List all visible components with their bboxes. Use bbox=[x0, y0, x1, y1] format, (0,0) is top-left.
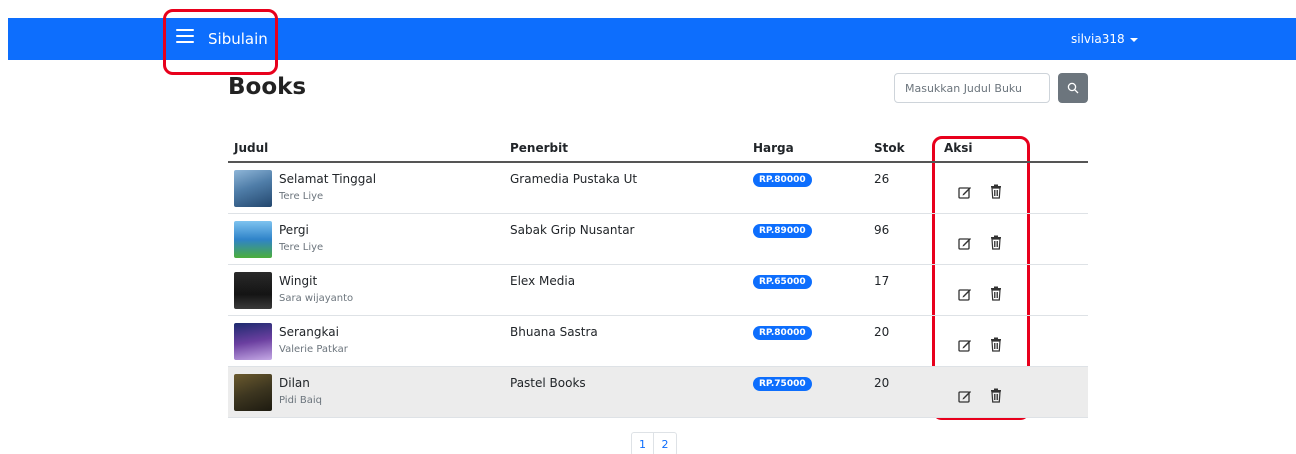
book-stock: 96 bbox=[874, 223, 890, 237]
book-stock: 20 bbox=[874, 376, 890, 390]
table-row: Serangkai Valerie Patkar Bhuana Sastra R… bbox=[228, 316, 1088, 367]
book-stock: 20 bbox=[874, 325, 890, 339]
book-publisher: Bhuana Sastra bbox=[510, 325, 598, 339]
hamburger-icon[interactable] bbox=[176, 29, 194, 45]
trash-icon[interactable] bbox=[990, 286, 1002, 301]
column-header-aksi: Aksi bbox=[944, 141, 973, 155]
price-badge: RP.80000 bbox=[753, 173, 812, 187]
book-cover-image bbox=[234, 374, 272, 411]
column-header-judul: Judul bbox=[234, 141, 269, 155]
column-header-penerbit: Penerbit bbox=[510, 141, 568, 155]
page-link-1[interactable]: 1 bbox=[632, 433, 654, 454]
book-author: Tere Liye bbox=[279, 242, 324, 253]
edit-icon[interactable] bbox=[958, 287, 972, 301]
book-author: Tere Liye bbox=[279, 191, 324, 202]
book-publisher: Sabak Grip Nusantar bbox=[510, 223, 635, 237]
price-badge: RP.75000 bbox=[753, 377, 812, 391]
trash-icon[interactable] bbox=[990, 184, 1002, 199]
edit-icon[interactable] bbox=[958, 389, 972, 403]
book-stock: 26 bbox=[874, 172, 890, 186]
table-row: Dilan Pidi Baiq Pastel Books RP.75000 20 bbox=[228, 367, 1088, 418]
book-title: Selamat Tinggal bbox=[279, 172, 377, 186]
table-row: Selamat Tinggal Tere Liye Gramedia Pusta… bbox=[228, 163, 1088, 214]
page-link-2[interactable]: 2 bbox=[654, 433, 676, 454]
price-badge: RP.89000 bbox=[753, 224, 812, 238]
book-publisher: Pastel Books bbox=[510, 376, 586, 390]
search-button[interactable] bbox=[1058, 73, 1088, 103]
book-stock: 17 bbox=[874, 274, 890, 288]
caret-down-icon bbox=[1129, 37, 1138, 42]
price-badge: RP.80000 bbox=[753, 326, 812, 340]
user-name: silvia318 bbox=[1071, 32, 1125, 46]
edit-icon[interactable] bbox=[958, 236, 972, 250]
column-header-harga: Harga bbox=[753, 141, 794, 155]
table-header: Judul Penerbit Harga Stok Aksi bbox=[228, 135, 1088, 163]
book-cover-image bbox=[234, 323, 272, 360]
price-badge: RP.65000 bbox=[753, 275, 812, 289]
search-input[interactable] bbox=[894, 73, 1050, 103]
book-title: Dilan bbox=[279, 376, 310, 390]
trash-icon[interactable] bbox=[990, 235, 1002, 250]
book-cover-image bbox=[234, 221, 272, 258]
book-author: Sara wijayanto bbox=[279, 293, 354, 304]
page-title: Books bbox=[228, 74, 307, 100]
book-title: Pergi bbox=[279, 223, 309, 237]
user-dropdown[interactable]: silvia318 bbox=[1071, 32, 1138, 46]
book-title: Serangkai bbox=[279, 325, 339, 339]
table-row: Pergi Tere Liye Sabak Grip Nusantar RP.8… bbox=[228, 214, 1088, 265]
edit-icon[interactable] bbox=[958, 338, 972, 352]
books-table: Judul Penerbit Harga Stok Aksi Selamat T… bbox=[228, 135, 1088, 418]
trash-icon[interactable] bbox=[990, 337, 1002, 352]
book-title: Wingit bbox=[279, 274, 318, 288]
pagination: 1 2 bbox=[631, 432, 677, 454]
edit-icon[interactable] bbox=[958, 185, 972, 199]
book-publisher: Gramedia Pustaka Ut bbox=[510, 172, 638, 186]
table-row: Wingit Sara wijayanto Elex Media RP.6500… bbox=[228, 265, 1088, 316]
book-author: Pidi Baiq bbox=[279, 395, 323, 406]
book-author: Valerie Patkar bbox=[279, 344, 348, 355]
trash-icon[interactable] bbox=[990, 388, 1002, 403]
book-cover-image bbox=[234, 272, 272, 309]
brand-link[interactable]: Sibulain bbox=[208, 30, 268, 48]
search-icon bbox=[1067, 82, 1079, 94]
column-header-stok: Stok bbox=[874, 141, 905, 155]
book-publisher: Elex Media bbox=[510, 274, 576, 288]
book-cover-image bbox=[234, 170, 272, 207]
